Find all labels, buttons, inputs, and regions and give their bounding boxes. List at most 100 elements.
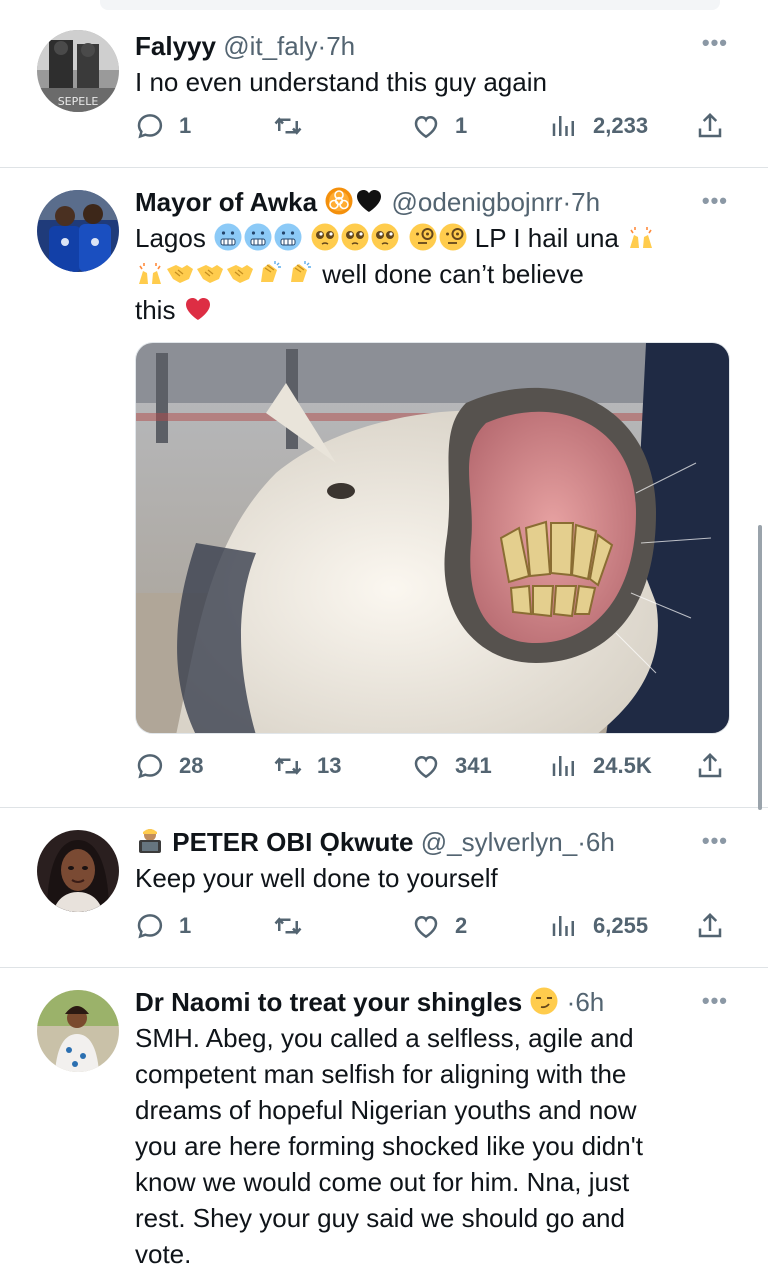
retweet-button[interactable] <box>273 908 317 944</box>
tweet-text-line: you are here forming shocked like you di… <box>135 1131 643 1161</box>
tweet-actions: 28 13 341 24.5K <box>135 748 730 784</box>
horse-photo <box>136 343 729 733</box>
tweet-dr-naomi[interactable]: Dr Naomi to treat your shingles ·6h SMH.… <box>0 968 768 1280</box>
pleading-face-emoji-icon <box>310 222 340 252</box>
tweet-text-line: rest. Shey your guy said we should go an… <box>135 1203 625 1233</box>
like-button[interactable]: 2 <box>411 908 467 944</box>
reply-icon <box>135 911 165 941</box>
smirking-face-emoji-icon <box>529 986 559 1016</box>
handshake-emoji-icon <box>225 258 255 288</box>
view-count: 2,233 <box>593 113 649 138</box>
share-icon <box>695 111 725 141</box>
raising-hands-emoji-icon <box>626 222 656 252</box>
views-button[interactable]: 2,233 <box>549 108 648 144</box>
separator-dot: · <box>562 187 572 217</box>
timestamp[interactable]: 7h <box>326 31 355 61</box>
views-icon <box>549 911 579 941</box>
display-name[interactable]: PETER OBI Ọkwute <box>172 827 413 857</box>
timestamp[interactable]: 6h <box>586 827 615 857</box>
like-count: 1 <box>455 113 468 138</box>
avatar[interactable] <box>37 830 119 912</box>
share-icon <box>695 751 725 781</box>
views-icon <box>549 111 579 141</box>
retweet-icon <box>273 751 303 781</box>
views-button[interactable]: 24.5K <box>549 748 652 784</box>
tweet-text: SMH. Abeg, you called a selfless, agile … <box>135 1020 728 1272</box>
share-button[interactable] <box>695 108 725 144</box>
display-name[interactable]: Mayor of Awka <box>135 187 317 217</box>
more-icon[interactable]: ••• <box>702 188 728 214</box>
user-handle[interactable]: @it_faly <box>223 31 317 61</box>
views-icon <box>549 751 579 781</box>
tweet-header: PETER OBI Ọkwute @_sylverlyn_·6h <box>135 824 728 860</box>
share-button[interactable] <box>695 748 725 784</box>
tweet-text-line: SMH. Abeg, you called a selfless, agile … <box>135 1023 634 1053</box>
user-handle[interactable]: @odenigbojnrr <box>392 187 563 217</box>
display-name[interactable]: Dr Naomi to treat your shingles <box>135 987 522 1017</box>
cold-face-emoji-icon <box>243 222 273 252</box>
handshake-emoji-icon <box>165 258 195 288</box>
monocle-face-emoji-icon <box>408 222 438 252</box>
cold-face-emoji-icon <box>213 222 243 252</box>
retweet-count: 13 <box>317 753 342 778</box>
avatar-text: SEPELE <box>58 95 99 108</box>
retweet-button[interactable] <box>273 108 317 144</box>
tweet-text-line: vote. <box>135 1239 192 1269</box>
scrollbar[interactable] <box>758 525 762 810</box>
tweet-text: I no even understand this guy again <box>135 67 547 97</box>
tweet-actions: 1 2 6,255 <box>135 908 730 944</box>
monocle-face-emoji-icon <box>438 222 468 252</box>
clapping-hands-emoji-icon <box>255 258 285 288</box>
tweet-header: Dr Naomi to treat your shingles ·6h <box>135 984 728 1020</box>
like-button[interactable]: 1 <box>411 108 467 144</box>
reply-button[interactable]: 28 <box>135 748 203 784</box>
retweet-button[interactable]: 13 <box>273 748 341 784</box>
reply-button[interactable]: 1 <box>135 908 191 944</box>
display-name[interactable]: Falyyy <box>135 31 216 61</box>
more-icon[interactable]: ••• <box>702 828 728 854</box>
biohazard-emoji-icon <box>324 186 354 216</box>
separator-dot: · <box>317 31 327 61</box>
pleading-face-emoji-icon <box>370 222 400 252</box>
clapping-hands-emoji-icon <box>285 258 315 288</box>
reply-count: 1 <box>179 913 192 938</box>
timestamp[interactable]: 7h <box>571 187 600 217</box>
more-icon[interactable]: ••• <box>702 30 728 56</box>
share-button[interactable] <box>695 908 725 944</box>
views-button[interactable]: 6,255 <box>549 908 648 944</box>
handshake-emoji-icon <box>195 258 225 288</box>
raising-hands-emoji-icon <box>135 258 165 288</box>
tweet-text: Keep your well done to yourself <box>135 863 498 893</box>
avatar[interactable] <box>37 190 119 272</box>
tweet-peter-obi-okwute[interactable]: PETER OBI Ọkwute @_sylverlyn_·6h Keep yo… <box>0 808 768 968</box>
share-icon <box>695 911 725 941</box>
previous-card-edge <box>100 0 720 10</box>
reply-button[interactable]: 1 <box>135 108 191 144</box>
cold-face-emoji-icon <box>273 222 303 252</box>
more-icon[interactable]: ••• <box>702 988 728 1014</box>
tweet-text-hail: LP I hail una <box>474 223 619 253</box>
like-count: 341 <box>455 753 492 778</box>
pleading-face-emoji-icon <box>340 222 370 252</box>
timestamp[interactable]: 6h <box>575 987 604 1017</box>
avatar[interactable]: SEPELE <box>37 30 119 112</box>
like-icon <box>411 911 441 941</box>
view-count: 24.5K <box>593 753 652 778</box>
tweet-mayor-of-awka[interactable]: Mayor of Awka @odenigbojnrr·7h Lagos LP … <box>0 168 768 808</box>
view-count: 6,255 <box>593 913 649 938</box>
separator-dot: · <box>577 827 586 857</box>
tweet-image-laughing-horse[interactable] <box>135 342 730 734</box>
tweet-text: Lagos LP I hail una well done can’t beli… <box>135 220 728 328</box>
tweet-text-line: competent man selfish for aligning with … <box>135 1059 627 1089</box>
tweet-text-lagos: Lagos <box>135 223 206 253</box>
red-heart-emoji-icon <box>183 294 213 324</box>
like-button[interactable]: 341 <box>411 748 492 784</box>
like-icon <box>411 751 441 781</box>
tweet-actions: 1 1 2,233 <box>135 108 730 144</box>
reply-icon <box>135 111 165 141</box>
tweet-falyyy[interactable]: SEPELE Falyyy @it_faly·7h I no even unde… <box>0 14 768 168</box>
user-handle[interactable]: @_sylverlyn_ <box>421 827 577 857</box>
like-icon <box>411 111 441 141</box>
tweet-text-line: know we would come out for him. Nna, jus… <box>135 1167 630 1197</box>
avatar[interactable] <box>37 990 119 1072</box>
